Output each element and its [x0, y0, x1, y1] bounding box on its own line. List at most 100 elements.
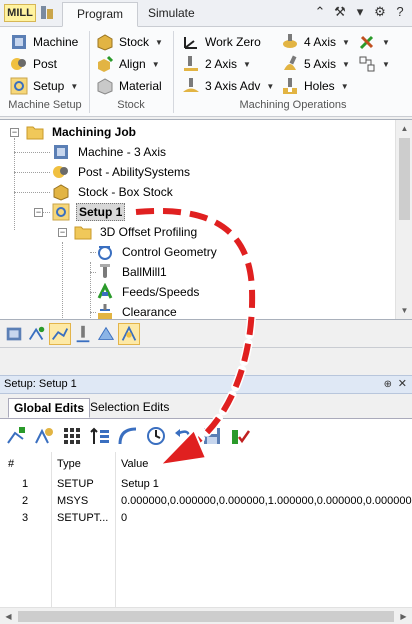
row-number: 2: [22, 495, 29, 507]
two-axis-button[interactable]: 2 Axis ▼: [182, 54, 251, 74]
expand-toggle[interactable]: −: [10, 128, 19, 137]
pattern-button[interactable]: ▼: [358, 54, 390, 74]
setup-button[interactable]: Setup ▼: [10, 76, 78, 96]
dropdown-icon[interactable]: ▾: [352, 4, 368, 20]
two-axis-dropdown-icon[interactable]: ▼: [243, 60, 251, 69]
expand-toggle[interactable]: −: [58, 228, 67, 237]
tree-line: [62, 242, 63, 319]
tool-view-icon[interactable]: [72, 323, 94, 345]
scroll-left-icon[interactable]: ◀: [0, 608, 17, 624]
help-icon[interactable]: ?: [392, 4, 408, 20]
post-icon: [11, 58, 26, 70]
panel-title-text: Setup: Setup 1: [4, 378, 77, 390]
tree-node-setup[interactable]: Setup 1: [52, 202, 126, 222]
five-axis-dropdown-icon[interactable]: ▼: [342, 60, 350, 69]
scroll-down-icon[interactable]: ▼: [396, 302, 412, 319]
stock-icon: [97, 34, 113, 51]
column-header-type[interactable]: Type: [57, 458, 81, 470]
column-header-number[interactable]: #: [8, 458, 14, 470]
tree-node-ballmill[interactable]: BallMill1: [96, 262, 169, 282]
post-button[interactable]: Post: [10, 54, 57, 74]
ribbon: Machine Post Setup ▼ Machine Setup Stock ▼…: [0, 27, 412, 117]
sort-icon[interactable]: [89, 425, 111, 447]
undo-icon[interactable]: [173, 425, 195, 447]
column-header-value[interactable]: Value: [121, 458, 148, 470]
grid-header: # Type Value: [0, 452, 412, 476]
scroll-right-icon[interactable]: ▶: [395, 608, 412, 624]
collapse-ribbon-icon[interactable]: ⌃: [312, 4, 328, 20]
machine-view-icon[interactable]: [3, 323, 25, 345]
expand-toggle[interactable]: −: [34, 208, 43, 217]
three-axis-adv-dropdown-icon[interactable]: ▼: [266, 82, 274, 91]
tree-node-clearance[interactable]: Clearance: [96, 302, 179, 319]
tab-global-edits[interactable]: Global Edits: [8, 398, 91, 418]
save-icon[interactable]: [201, 425, 223, 447]
scrollbar-thumb[interactable]: [399, 138, 410, 220]
setup-view-icon[interactable]: [118, 323, 140, 345]
align-dropdown-icon[interactable]: ▼: [152, 60, 160, 69]
pin-icon[interactable]: ⊕: [384, 376, 392, 393]
clock-icon[interactable]: [145, 425, 167, 447]
tool-icon[interactable]: [38, 4, 56, 22]
align-button[interactable]: Align ▼: [96, 54, 160, 74]
tab-selection-edits[interactable]: Selection Edits: [85, 398, 174, 418]
tree-node-machine[interactable]: Machine - 3 Axis: [52, 142, 168, 162]
table-row[interactable]: 3 SETUPT... 0: [0, 510, 412, 527]
two-axis-label: 2 Axis: [205, 57, 238, 71]
four-axis-button[interactable]: 4 Axis ▼: [281, 32, 350, 52]
wrench-icon[interactable]: ⚒: [332, 4, 348, 20]
setup-icon: [10, 77, 28, 95]
toolpath-view-icon[interactable]: [26, 323, 48, 345]
four-axis-dropdown-icon[interactable]: ▼: [342, 38, 350, 47]
five-axis-icon: [284, 55, 297, 70]
close-icon[interactable]: ✕: [398, 376, 407, 393]
grid-icon[interactable]: [61, 425, 83, 447]
grid-horizontal-scrollbar[interactable]: ◀ ▶: [0, 607, 412, 624]
tree-label: Stock - Box Stock: [78, 185, 173, 199]
holes-button[interactable]: Holes ▼: [281, 76, 349, 96]
apply-icon[interactable]: [229, 425, 251, 447]
five-axis-button[interactable]: 5 Axis ▼: [281, 54, 350, 74]
edit-feeds-icon[interactable]: [33, 425, 55, 447]
table-row[interactable]: 2 MSYS 0.000000,0.000000,0.000000,1.0000…: [0, 493, 412, 510]
pattern-dropdown-icon[interactable]: ▼: [382, 60, 390, 69]
machine-button[interactable]: Machine: [10, 32, 78, 52]
edit-toolpath-icon[interactable]: [5, 425, 27, 447]
setup-dropdown-icon[interactable]: ▼: [70, 82, 78, 91]
machining-job-tree[interactable]: − − − Machining Job Machine - 3 Axis Pos…: [0, 119, 412, 320]
stock-dropdown-icon[interactable]: ▼: [155, 38, 163, 47]
scrollbar-thumb[interactable]: [18, 611, 394, 622]
tree-node-feeds-speeds[interactable]: Feeds/Speeds: [96, 282, 201, 302]
tree-node-stock[interactable]: Stock - Box Stock: [52, 182, 175, 202]
table-row[interactable]: 1 SETUP Setup 1: [0, 476, 412, 493]
mill-badge[interactable]: MILL: [4, 4, 36, 22]
operation-view-icon[interactable]: [49, 323, 71, 345]
feature-view-icon[interactable]: [95, 323, 117, 345]
gear-icon[interactable]: ⚙: [372, 4, 388, 20]
work-zero-button[interactable]: Work Zero: [182, 32, 261, 52]
three-axis-adv-button[interactable]: 3 Axis Adv ▼: [182, 76, 274, 96]
arc-icon[interactable]: [117, 425, 139, 447]
setup-parameters-grid: # Type Value 1 SETUP Setup 1 2 MSYS 0.00…: [0, 452, 412, 607]
tree-label: Feeds/Speeds: [122, 285, 200, 299]
row-value[interactable]: Setup 1: [121, 478, 412, 490]
tab-simulate[interactable]: Simulate: [134, 2, 209, 27]
ballmill-icon: [100, 264, 110, 278]
tools-button[interactable]: ▼: [358, 32, 390, 52]
tree-node-control-geometry[interactable]: Control Geometry: [96, 242, 219, 262]
tools-icon: [359, 35, 374, 50]
tree-node-machining-job[interactable]: Machining Job: [26, 122, 138, 142]
holes-dropdown-icon[interactable]: ▼: [341, 82, 349, 91]
material-button[interactable]: Material: [96, 76, 162, 96]
row-value[interactable]: 0.000000,0.000000,0.000000,1.000000,0.00…: [121, 495, 412, 507]
scroll-up-icon[interactable]: ▲: [396, 120, 412, 137]
panel-splitter[interactable]: [0, 347, 412, 375]
tree-vertical-scrollbar[interactable]: ▲ ▼: [395, 120, 412, 319]
stock-button[interactable]: Stock ▼: [96, 32, 163, 52]
tools-dropdown-icon[interactable]: ▼: [382, 38, 390, 47]
group-label-machine-setup: Machine Setup: [8, 99, 82, 111]
tree-node-operation[interactable]: 3D Offset Profiling: [74, 222, 199, 242]
tree-node-post[interactable]: Post - AbilitySystems: [52, 162, 192, 182]
tab-program[interactable]: Program: [62, 2, 139, 27]
row-value[interactable]: 0: [121, 512, 412, 524]
